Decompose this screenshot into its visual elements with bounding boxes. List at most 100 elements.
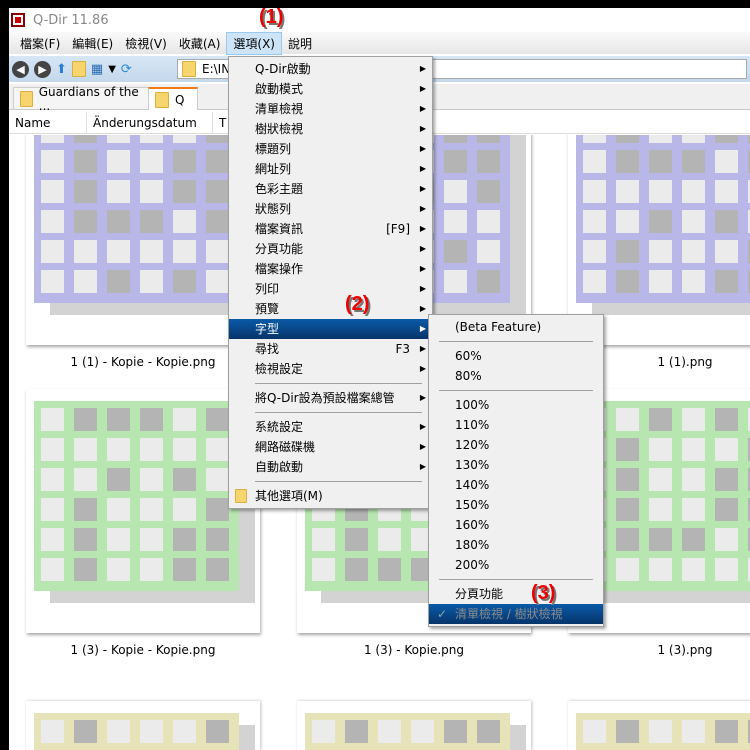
menu-item[interactable]: 100% bbox=[429, 395, 603, 415]
menu-item[interactable]: 180% bbox=[429, 535, 603, 555]
font-submenu: (Beta Feature) 60% 80% 100% 110% 120% 130% 140%… bbox=[428, 314, 604, 627]
file-thumbnail[interactable] bbox=[568, 701, 750, 750]
thumbnail-cell bbox=[715, 558, 738, 581]
menu-item[interactable]: 啟動模式 ▶ bbox=[229, 79, 432, 99]
file-name[interactable]: 1 (3).png bbox=[568, 643, 750, 657]
menu-item[interactable]: 預覽 ▶ bbox=[229, 299, 432, 319]
menu-item[interactable]: 150% bbox=[429, 495, 603, 515]
menu-2[interactable]: 檢視(V) bbox=[119, 33, 173, 54]
menu-item[interactable]: 分頁功能 bbox=[429, 584, 603, 604]
menu-item-label: (Beta Feature) bbox=[455, 320, 542, 334]
menu-item[interactable]: 200% bbox=[429, 555, 603, 575]
file-thumbnail[interactable] bbox=[26, 135, 260, 345]
thumbnail-cell bbox=[41, 408, 64, 431]
menu-separator bbox=[255, 383, 422, 384]
menu-item[interactable]: 80% bbox=[429, 366, 603, 386]
menu-item[interactable]: 樹狀檢視 ▶ bbox=[229, 119, 432, 139]
menu-item[interactable]: 110% bbox=[429, 415, 603, 435]
tab-q[interactable]: Q bbox=[148, 87, 198, 110]
thumbnail-cell bbox=[682, 498, 705, 521]
menu-item[interactable]: 130% bbox=[429, 455, 603, 475]
menu-item[interactable]: Q-Dir啟動 ▶ bbox=[229, 59, 432, 79]
menu-item[interactable]: 60% bbox=[429, 346, 603, 366]
menu-item-label: 80% bbox=[455, 369, 482, 383]
column-date[interactable]: Änderungsdatum bbox=[87, 112, 213, 133]
menu-3[interactable]: 收藏(A) bbox=[173, 33, 227, 54]
up-folder-icon[interactable]: ⬆ bbox=[56, 62, 67, 77]
thumbnail-cell bbox=[206, 135, 229, 143]
tab-guardians[interactable]: Guardians of the ... bbox=[13, 85, 149, 113]
menu-item[interactable]: 自動啟動 ▶ bbox=[229, 457, 432, 477]
menu-0[interactable]: 檔案(F) bbox=[14, 33, 66, 54]
thumbnail-cell bbox=[411, 720, 434, 743]
menu-item[interactable]: 檔案資訊 [F9] ▶ bbox=[229, 219, 432, 239]
menu-item[interactable]: 色彩主題 ▶ bbox=[229, 179, 432, 199]
chevron-right-icon: ▶ bbox=[419, 284, 426, 293]
menu-item[interactable]: 標題列 ▶ bbox=[229, 139, 432, 159]
menu-item[interactable]: 120% bbox=[429, 435, 603, 455]
thumbnail-cell bbox=[140, 180, 163, 203]
thumbnail-cell bbox=[715, 408, 738, 431]
menu-item-label: 其他選項(M) bbox=[255, 489, 323, 503]
view-mode-icon[interactable]: ▦ bbox=[91, 62, 103, 77]
menu-item-label: 檔案操作 bbox=[255, 262, 304, 276]
menu-item[interactable]: 字型 ▶ bbox=[229, 319, 432, 339]
file-thumbnail[interactable] bbox=[26, 389, 260, 633]
forward-icon[interactable]: ▶ bbox=[34, 60, 51, 78]
menu-1[interactable]: 編輯(E) bbox=[66, 33, 119, 54]
menu-4[interactable]: 選項(X) bbox=[226, 31, 282, 55]
file-name[interactable]: 1 (1) - Kopie - Kopie.png bbox=[26, 355, 260, 369]
thumbnail-cell bbox=[715, 438, 738, 461]
file-name[interactable]: 1 (3) - Kopie.png bbox=[297, 643, 531, 657]
menu-item[interactable]: 140% bbox=[429, 475, 603, 495]
thumbnail-cell bbox=[107, 438, 130, 461]
column-name[interactable]: Name bbox=[9, 112, 87, 133]
menu-item[interactable]: (Beta Feature) bbox=[429, 317, 603, 337]
menu-5[interactable]: 說明 bbox=[282, 33, 318, 54]
thumbnail-cell bbox=[41, 135, 64, 143]
menu-item-label: 網址列 bbox=[255, 162, 292, 176]
menu-item-label: 100% bbox=[455, 398, 490, 412]
thumbnail-cell bbox=[616, 498, 639, 521]
menu-item-shortcut: [F9] bbox=[386, 222, 410, 236]
menu-item-label: 網路磁碟機 bbox=[255, 440, 316, 454]
menu-item[interactable]: 尋找 F3 ▶ bbox=[229, 339, 432, 359]
menu-item[interactable]: 檔案操作 ▶ bbox=[229, 259, 432, 279]
thumbnail-cell bbox=[682, 468, 705, 491]
menu-item[interactable]: 其他選項(M) bbox=[229, 486, 432, 506]
new-folder-icon[interactable] bbox=[71, 61, 86, 77]
thumbnail-cell bbox=[74, 150, 97, 173]
menu-separator bbox=[255, 481, 422, 482]
menu-item[interactable]: 分頁功能 ▶ bbox=[229, 239, 432, 259]
menu-item[interactable]: 檢視設定 ▶ bbox=[229, 359, 432, 379]
back-icon[interactable]: ◀ bbox=[12, 60, 29, 78]
title-bar: Q-Dir 11.86 bbox=[9, 8, 750, 32]
thumbnail-cell bbox=[444, 135, 467, 143]
file-thumbnail[interactable] bbox=[26, 701, 260, 750]
menu-item-label: 150% bbox=[455, 498, 490, 512]
menu-item[interactable]: 網路磁碟機 ▶ bbox=[229, 437, 432, 457]
menu-item[interactable]: 清單檢視 ▶ bbox=[229, 99, 432, 119]
view-dropdown-icon[interactable]: ▼ bbox=[108, 64, 116, 75]
menu-separator bbox=[439, 579, 593, 580]
menu-item[interactable]: 網址列 ▶ bbox=[229, 159, 432, 179]
menu-item[interactable]: 將Q-Dir設為預設檔案總管 ▶ bbox=[229, 388, 432, 408]
menu-item[interactable]: 系統設定 ▶ bbox=[229, 417, 432, 437]
menu-item-label: 清單檢視 bbox=[255, 102, 304, 116]
thumbnail-cell bbox=[74, 180, 97, 203]
thumbnail-cell bbox=[107, 180, 130, 203]
file-thumbnail[interactable] bbox=[297, 701, 531, 750]
thumbnail-cell bbox=[206, 558, 229, 581]
thumbnail-cell bbox=[649, 210, 672, 233]
menu-item[interactable]: 160% bbox=[429, 515, 603, 535]
refresh-icon[interactable]: ⟳ bbox=[121, 62, 132, 77]
menu-item-label: 樹狀檢視 bbox=[255, 122, 304, 136]
thumbnail-image bbox=[34, 135, 239, 303]
thumbnail-cell bbox=[477, 240, 500, 263]
thumbnail-cell bbox=[206, 150, 229, 173]
menu-item[interactable]: 列印 ▶ bbox=[229, 279, 432, 299]
menu-item[interactable]: 狀態列 ▶ bbox=[229, 199, 432, 219]
thumbnail-cell bbox=[173, 150, 196, 173]
file-name[interactable]: 1 (3) - Kopie - Kopie.png bbox=[26, 643, 260, 657]
menu-item[interactable]: ✓ 清單檢視 / 樹狀檢視 bbox=[429, 604, 603, 624]
